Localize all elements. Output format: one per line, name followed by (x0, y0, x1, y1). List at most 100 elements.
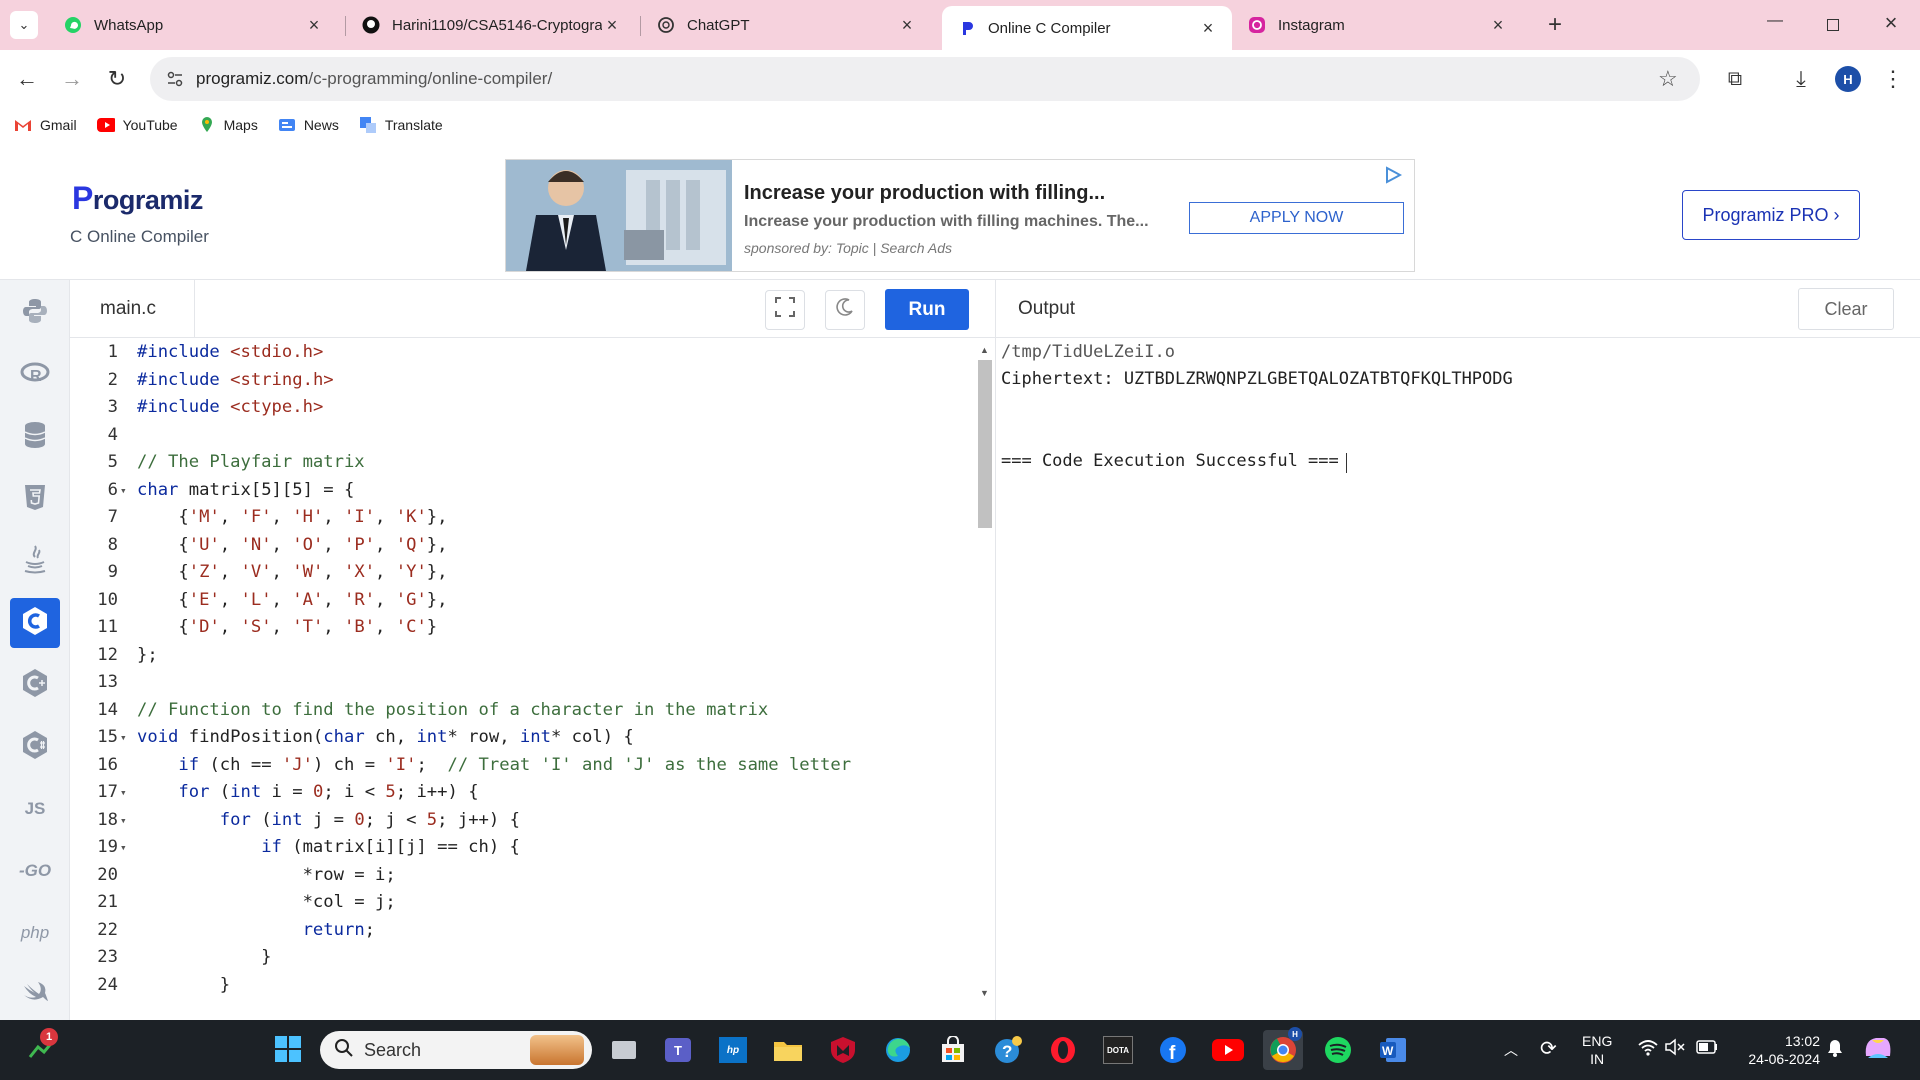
sidebar-item-csharp[interactable] (10, 722, 60, 772)
wifi-icon[interactable] (1637, 1038, 1659, 1061)
sidebar-item-python[interactable] (10, 288, 60, 338)
code-line[interactable]: 19 ▾ if (matrix[i][j] == ch) { (70, 834, 970, 862)
speaker-muted-icon[interactable] (1664, 1038, 1686, 1061)
edge-icon[interactable] (878, 1030, 918, 1070)
bookmark-maps[interactable]: Maps (198, 117, 258, 133)
download-icon[interactable]: ⤓ (1784, 62, 1818, 96)
new-tab-button[interactable]: + (1540, 10, 1570, 40)
battery-icon[interactable] (1696, 1040, 1718, 1059)
code-line[interactable]: 11 {'D', 'S', 'T', 'B', 'C'} (70, 614, 970, 642)
sidebar-item-java[interactable] (10, 536, 60, 586)
sidebar-item-r[interactable]: R (10, 350, 60, 400)
fold-toggle-icon[interactable]: ▾ (120, 724, 132, 752)
tab-chatgpt[interactable]: ChatGPT × (641, 6, 931, 44)
code-editor[interactable]: 1 #include <stdio.h> 2 #include <string.h> 3… (70, 338, 995, 1020)
mcafee-icon[interactable] (823, 1030, 863, 1070)
code-line[interactable]: 8 {'U', 'N', 'O', 'P', 'Q'}, (70, 532, 970, 560)
bookmark-translate[interactable]: Translate (359, 117, 443, 133)
code-line[interactable]: 15 ▾ void findPosition(char ch, int* row, … (70, 724, 970, 752)
tab-whatsapp[interactable]: WhatsApp × (48, 6, 338, 44)
profile-avatar[interactable]: H (1835, 66, 1861, 92)
teams-icon[interactable]: T (658, 1030, 698, 1070)
ad-banner[interactable]: Increase your production with filling...… (505, 159, 1415, 272)
code-line[interactable]: 18 ▾ for (int j = 0; j < 5; j++) { (70, 807, 970, 835)
code-line[interactable]: 21 *col = j; (70, 889, 970, 917)
show-hidden-icons[interactable]: ︿ (1504, 1040, 1518, 1060)
task-view-icon[interactable] (604, 1030, 644, 1070)
reload-button[interactable]: ↻ (100, 62, 134, 96)
code-line[interactable]: 22 return; (70, 917, 970, 945)
close-icon[interactable]: × (304, 15, 324, 35)
code-line[interactable]: 5 // The Playfair matrix (70, 449, 970, 477)
tab-instagram[interactable]: Instagram × (1232, 6, 1522, 44)
code-line[interactable]: 10 {'E', 'L', 'A', 'R', 'G'}, (70, 587, 970, 615)
sidebar-item-c[interactable] (10, 598, 60, 648)
ad-headline[interactable]: Increase your production with filling... (744, 182, 1105, 205)
tab-online-c-compiler[interactable]: Online C Compiler × (942, 6, 1232, 50)
sidebar-item-html[interactable] (10, 474, 60, 524)
output-console[interactable]: /tmp/TidUeLZeiI.o Ciphertext: UZTBDLZRWQ… (995, 338, 1920, 1020)
code-line[interactable]: 3 #include <ctype.h> (70, 394, 970, 422)
notification-bell-icon[interactable] (1826, 1038, 1844, 1063)
sidebar-item-javascript[interactable]: JS (10, 784, 60, 834)
bookmark-youtube[interactable]: YouTube (96, 117, 178, 133)
code-line[interactable]: 12}; (70, 642, 970, 670)
minimize-button[interactable]: — (1760, 12, 1790, 38)
tab-search-button[interactable]: ⌄ (10, 11, 38, 39)
sidebar-item-go[interactable]: -GO (10, 846, 60, 896)
theme-toggle-button[interactable] (825, 290, 865, 330)
clear-button[interactable]: Clear (1798, 288, 1894, 330)
forward-button[interactable]: → (55, 62, 89, 96)
scroll-down-icon[interactable]: ▼ (980, 988, 989, 998)
code-line[interactable]: 7 {'M', 'F', 'H', 'I', 'K'}, (70, 504, 970, 532)
adchoices-icon[interactable] (1384, 166, 1403, 184)
code-line[interactable]: 16 if (ch == 'J') ch = 'I'; // Treat 'I'… (70, 752, 970, 780)
programiz-logo[interactable]: Programiz (72, 180, 203, 217)
sidebar-item-php[interactable]: php (10, 908, 60, 958)
code-line[interactable]: 23 } (70, 944, 970, 972)
fold-toggle-icon[interactable]: ▾ (120, 807, 132, 835)
editor-scrollbar[interactable]: ▲ ▼ (978, 345, 992, 1000)
back-button[interactable]: ← (10, 62, 44, 96)
ad-apply-button[interactable]: APPLY NOW (1189, 202, 1404, 234)
sidebar-item-cpp[interactable] (10, 660, 60, 710)
code-line[interactable]: 9 {'Z', 'V', 'W', 'X', 'Y'}, (70, 559, 970, 587)
code-line[interactable]: 20 *row = i; (70, 862, 970, 890)
code-line[interactable]: 24 } (70, 972, 970, 1000)
taskbar-search[interactable]: Search (320, 1031, 592, 1069)
scrollbar-thumb[interactable] (978, 360, 992, 528)
chrome-icon[interactable]: H (1263, 1027, 1303, 1070)
dota-app-icon[interactable]: DOTA (1098, 1030, 1138, 1070)
code-line[interactable]: 1 #include <stdio.h> (70, 339, 970, 367)
sidebar-item-sql[interactable] (10, 412, 60, 462)
restore-button[interactable] (1818, 12, 1848, 38)
language-indicator[interactable]: ENG IN (1582, 1032, 1612, 1068)
spotify-icon[interactable] (1318, 1030, 1358, 1070)
close-window-button[interactable]: × (1876, 10, 1906, 38)
file-tab[interactable]: main.c (70, 280, 195, 338)
run-button[interactable]: Run (885, 289, 969, 330)
fullscreen-button[interactable] (765, 290, 805, 330)
copilot-icon[interactable] (1862, 1032, 1894, 1069)
opera-icon[interactable] (1043, 1030, 1083, 1070)
address-bar[interactable]: programiz.com/c-programming/online-compi… (150, 57, 1700, 101)
bookmark-gmail[interactable]: Gmail (14, 117, 77, 133)
help-icon[interactable]: ? (988, 1030, 1028, 1070)
start-button[interactable] (268, 1030, 308, 1070)
youtube-taskbar-icon[interactable] (1208, 1030, 1248, 1070)
bookmark-news[interactable]: News (278, 117, 339, 133)
site-info-icon[interactable] (166, 70, 184, 88)
code-line[interactable]: 4 (70, 422, 970, 450)
clock[interactable]: 13:02 24-06-2024 (1735, 1032, 1820, 1068)
close-icon[interactable]: × (602, 15, 622, 35)
code-line[interactable]: 6 ▾ char matrix[5][5] = { (70, 477, 970, 505)
sync-icon[interactable]: ⟳ (1540, 1036, 1557, 1061)
code-line[interactable]: 13 (70, 669, 970, 697)
close-icon[interactable]: × (1488, 15, 1508, 35)
code-line[interactable]: 14 // Function to find the position of a … (70, 697, 970, 725)
fold-toggle-icon[interactable]: ▾ (120, 834, 132, 862)
facebook-icon[interactable]: f (1153, 1030, 1193, 1070)
close-icon[interactable]: × (1198, 18, 1218, 38)
fold-toggle-icon[interactable]: ▾ (120, 779, 132, 807)
store-icon[interactable] (933, 1030, 973, 1070)
